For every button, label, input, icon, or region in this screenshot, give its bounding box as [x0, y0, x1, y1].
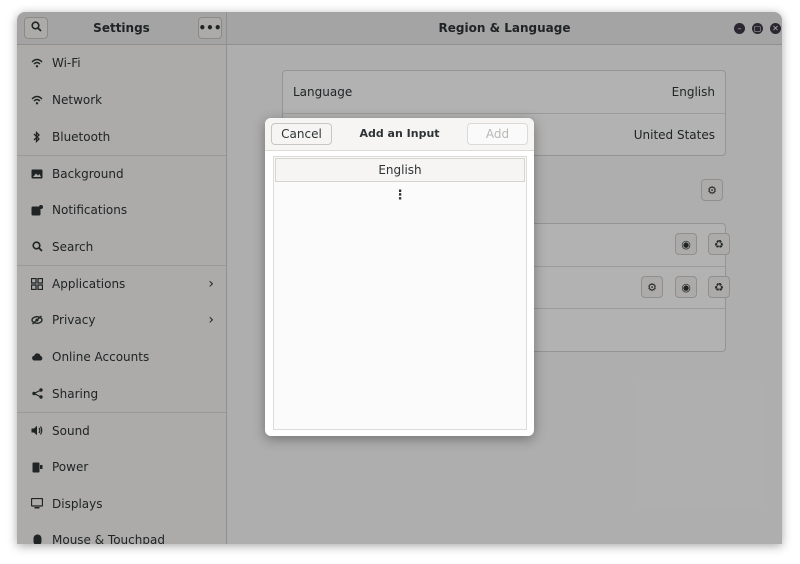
input-source-list: English ⋮	[273, 156, 527, 430]
add-button[interactable]: Add	[467, 123, 528, 145]
add-input-source-dialog: Cancel Add an Input Source Add English ⋮	[265, 118, 534, 436]
list-item[interactable]: English	[275, 158, 525, 182]
cancel-button[interactable]: Cancel	[271, 123, 332, 145]
dialog-header: Cancel Add an Input Source Add	[265, 118, 534, 172]
dialog-title: Add an Input Source	[359, 127, 440, 172]
more-options-icon[interactable]: ⋮	[274, 187, 526, 203]
